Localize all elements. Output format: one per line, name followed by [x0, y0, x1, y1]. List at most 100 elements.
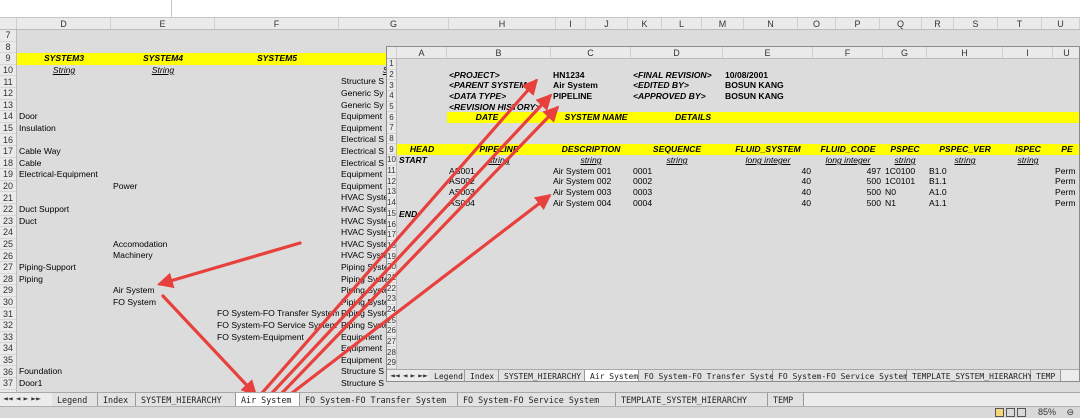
data-cell-r1-c7[interactable]: B1.1 [929, 176, 1003, 187]
row-header-12[interactable]: 12 [0, 88, 16, 100]
inner-sheet-grid[interactable]: <PROJECT> HN1234 <FINAL REVISION> 10/08/200… [397, 59, 1079, 369]
inner-row-header-27[interactable]: 27 [387, 337, 396, 348]
row-header-23[interactable]: 23 [0, 216, 16, 228]
select-all-corner[interactable] [0, 18, 17, 29]
table-header-4[interactable]: FLUID_SYSTEM [723, 144, 813, 155]
inner-row-header-20[interactable]: 20 [387, 262, 396, 273]
data-cell-r2-c9[interactable]: Perm [1055, 187, 1079, 198]
table-type-0[interactable]: START [399, 155, 449, 166]
cell-d14[interactable]: Door [19, 111, 111, 122]
row-header-15[interactable]: 15 [0, 123, 16, 135]
data-cell-r3-c4[interactable]: 40 [723, 198, 811, 209]
data-cell-r0-c3[interactable]: 0001 [633, 166, 723, 177]
column-header-g[interactable]: G [339, 18, 449, 29]
inner-row-header-16[interactable]: 16 [387, 219, 396, 230]
column-header-t[interactable]: T [998, 18, 1042, 29]
data-cell-r3-c9[interactable]: Perm [1055, 198, 1079, 209]
name-box[interactable] [0, 0, 172, 18]
sheet-nav-2-icon[interactable]: ► [23, 394, 28, 403]
column-header-h[interactable]: H [449, 18, 556, 29]
table-header-7[interactable]: PSPEC_VER [927, 144, 1003, 155]
meta-label-2[interactable]: <DATA TYPE> [449, 91, 553, 102]
row-header-17[interactable]: 17 [0, 146, 16, 158]
header-cell-d[interactable]: SYSTEM3 [17, 53, 111, 64]
inner-row-header-5[interactable]: 5 [387, 102, 396, 113]
zoom-out-icon[interactable]: ⊖ [1066, 407, 1074, 418]
inner-row-header-8[interactable]: 8 [387, 134, 396, 145]
inner-sheet-nav-1-icon[interactable]: ◄ [403, 371, 408, 380]
cell-d17[interactable]: Cable Way [19, 146, 111, 157]
inner-column-header-d[interactable]: D [631, 47, 723, 58]
cell-d28[interactable]: Piping [19, 274, 111, 285]
inner-row-header-14[interactable]: 14 [387, 198, 396, 209]
cell-d23[interactable]: Duct [19, 216, 111, 227]
column-header-n[interactable]: N [744, 18, 798, 29]
data-cell-r1-c4[interactable]: 40 [723, 176, 811, 187]
cell-d18[interactable]: Cable [19, 158, 111, 169]
data-cell-r2-c7[interactable]: A1.0 [929, 187, 1003, 198]
data-cell-r3-c3[interactable]: 0004 [633, 198, 723, 209]
row-header-19[interactable]: 19 [0, 169, 16, 181]
column-header-o[interactable]: O [798, 18, 836, 29]
inner-row-header-26[interactable]: 26 [387, 326, 396, 337]
cell-d15[interactable]: Insulation [19, 123, 111, 134]
data-cell-r2-c6[interactable]: N0 [885, 187, 927, 198]
column-header-j[interactable]: J [586, 18, 628, 29]
column-header-s[interactable]: S [954, 18, 998, 29]
row-header-33[interactable]: 33 [0, 332, 16, 344]
sheet-tab-template-system-hierarchy[interactable]: TEMPLATE_SYSTEM_HIERARCHY [616, 393, 768, 406]
inner-row-header-2[interactable]: 2 [387, 70, 396, 81]
table-type-4[interactable]: long integer [723, 155, 813, 166]
column-header-d[interactable]: D [17, 18, 111, 29]
data-cell-r3-c5[interactable]: 500 [813, 198, 881, 209]
meta-label2-0[interactable]: <FINAL REVISION> [633, 70, 725, 81]
cell-d27[interactable]: Piping-Support [19, 262, 111, 273]
inner-row-header-29[interactable]: 29 [387, 358, 396, 369]
column-header-p[interactable]: P [836, 18, 880, 29]
inner-row-header-19[interactable]: 19 [387, 251, 396, 262]
inner-column-header-i[interactable]: I [1003, 47, 1053, 58]
inner-column-header-b[interactable]: B [447, 47, 551, 58]
meta-label2-2[interactable]: <APPROVED BY> [633, 91, 725, 102]
inner-column-header-c[interactable]: C [551, 47, 631, 58]
inner-row-header-10[interactable]: 10 [387, 155, 396, 166]
row-header-29[interactable]: 29 [0, 285, 16, 297]
inner-column-header-g[interactable]: G [883, 47, 927, 58]
table-header-5[interactable]: FLUID_CODE [813, 144, 883, 155]
inner-row-header-4[interactable]: 4 [387, 91, 396, 102]
row-header-36[interactable]: 36 [0, 366, 16, 378]
inner-sheet-tab-fo-system-fo-transfer-system[interactable]: FO System-FO Transfer System [639, 370, 779, 381]
meta-value2-1[interactable]: BOSUN KANG [725, 80, 815, 91]
inner-sheet-tab-legend[interactable]: Legend [429, 370, 465, 381]
header-cell-f[interactable]: SYSTEM5 [215, 53, 339, 64]
inner-row-header-21[interactable]: 21 [387, 273, 396, 284]
row-header-32[interactable]: 32 [0, 320, 16, 332]
inner-sheet-nav-0-icon[interactable]: ◄◄ [390, 371, 400, 380]
column-header-f[interactable]: F [215, 18, 339, 29]
row-header-28[interactable]: 28 [0, 274, 16, 286]
inner-sheet-tab-temp[interactable]: TEMP [1031, 370, 1061, 381]
sheet-tab-legend[interactable]: Legend [52, 393, 98, 406]
table-type-2[interactable]: string [551, 155, 631, 166]
sheet-tab-index[interactable]: Index [98, 393, 136, 406]
row-header-21[interactable]: 21 [0, 192, 16, 204]
sheet-tab-temp[interactable]: TEMP [768, 393, 804, 406]
cell-d19[interactable]: Electrical-Equipment [19, 169, 111, 180]
data-cell-r2-c3[interactable]: 0003 [633, 187, 723, 198]
data-cell-r0-c1[interactable]: AS001 [449, 166, 551, 177]
row-header-9[interactable]: 9 [0, 53, 16, 65]
meta-value2-0[interactable]: 10/08/2001 [725, 70, 815, 81]
inner-row-header-23[interactable]: 23 [387, 294, 396, 305]
data-cell-r2-c1[interactable]: AS003 [449, 187, 551, 198]
table-type-8[interactable]: string [1003, 155, 1053, 166]
table-header-9[interactable]: PE [1053, 144, 1079, 155]
normal-view-icon[interactable] [995, 408, 1004, 417]
row-header-30[interactable]: 30 [0, 297, 16, 309]
meta-value-0[interactable]: HN1234 [553, 70, 633, 81]
table-header-2[interactable]: DESCRIPTION [551, 144, 631, 155]
data-cell-r1-c9[interactable]: Perm [1055, 176, 1079, 187]
cell-e20[interactable]: Power [113, 181, 215, 192]
inner-row-header-25[interactable]: 25 [387, 315, 396, 326]
page-layout-icon[interactable] [1017, 408, 1026, 417]
inner-row-header-1[interactable]: 1 [387, 59, 396, 70]
